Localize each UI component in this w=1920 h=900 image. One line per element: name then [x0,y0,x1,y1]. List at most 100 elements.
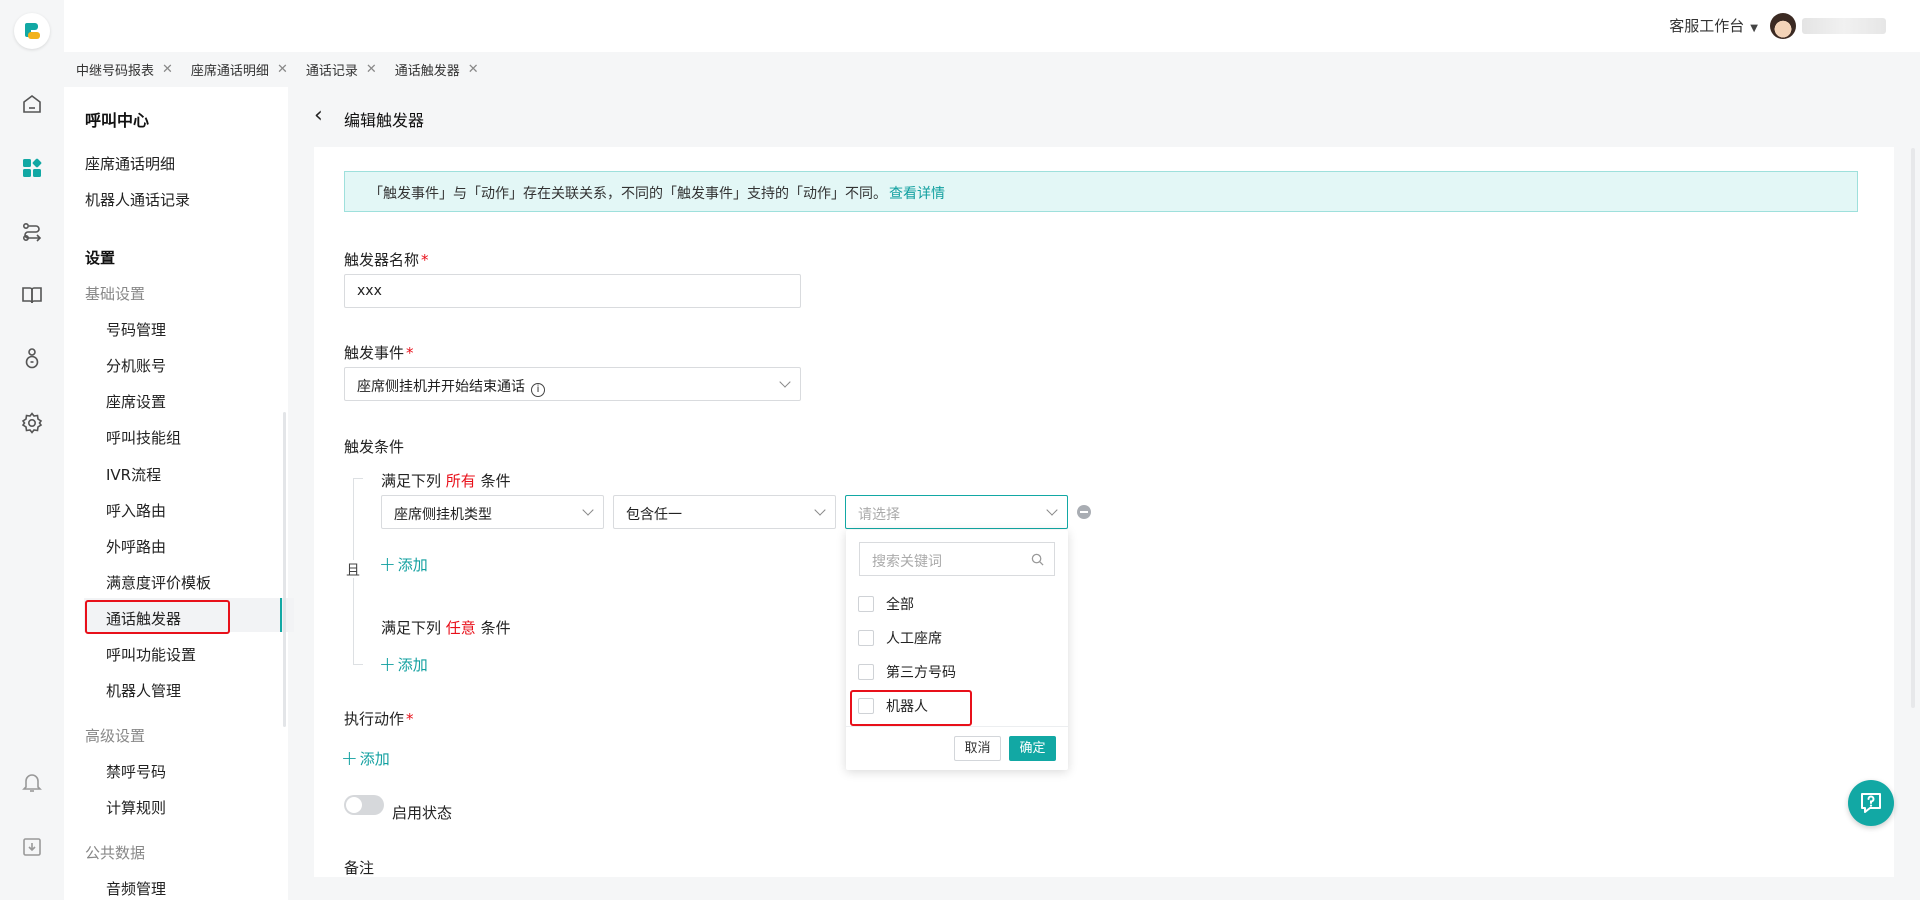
add-label: 添加 [397,656,428,674]
highlight-box-call-trigger [85,600,230,634]
dropdown-confirm-button[interactable]: 确定 [1009,736,1056,761]
sidebar-item-robot-call-records[interactable]: 机器人通话记录 [85,189,190,210]
sidebar-group-basic: 基础设置 [85,285,146,303]
sidebar-item-call-functions[interactable]: 呼叫功能设置 [106,644,196,665]
tab-label: 通话记录 [305,64,358,79]
tab-label: 通话触发器 [394,64,460,79]
sidebar-item-ivr[interactable]: IVR流程 [106,464,161,485]
add-action-button[interactable]: + 添加 [341,745,390,770]
select-value: 座席侧挂机类型 [394,507,492,523]
sidebar-item-seat-call-detail[interactable]: 座席通话明细 [85,153,175,174]
condition-field-select[interactable]: 座席侧挂机类型 [381,495,604,529]
remove-condition-icon[interactable] [1077,505,1091,519]
close-icon[interactable]: ✕ [468,62,479,77]
heading-keyword: 所有 [445,472,476,490]
add-label: 添加 [359,750,390,768]
gear-icon[interactable] [18,409,46,437]
add-label: 添加 [397,556,428,574]
condition-bracket-bottom [353,664,363,665]
close-icon[interactable]: ✕ [277,62,288,77]
dropdown-cancel-button[interactable]: 取消 [954,736,1001,761]
required-mark: * [406,344,414,362]
trigger-event-label: 触发事件 * [344,342,414,363]
notice-text: 「触发事件」与「动作」存在关联关系，不同的「触发事件」支持的「动作」不同。 [369,186,887,202]
highlight-box-robot [850,690,972,726]
tab-label: 座席通话明细 [190,64,269,79]
plus-icon: + [379,552,396,576]
bell-icon[interactable] [18,768,46,796]
page-title: 编辑触发器 [344,111,425,130]
help-button[interactable] [1848,780,1894,826]
condition-operator-select[interactable]: 包含任一 [613,495,836,529]
home-icon[interactable] [18,90,46,118]
dropdown-option-third-party[interactable]: 第三方号码 [858,662,956,682]
download-icon[interactable] [18,833,46,861]
sidebar-group-public: 公共数据 [85,844,146,862]
workspace-switcher[interactable]: 客服工作台 ▼ [1669,15,1758,36]
sidebar-scrollbar[interactable] [283,412,286,727]
sidebar-item-blocked-numbers[interactable]: 禁呼号码 [106,761,166,782]
condition-value-select[interactable]: 请选择 [845,495,1068,529]
checkbox[interactable] [858,630,874,646]
username-redacted[interactable] [1802,18,1886,34]
sidebar-item-extensions[interactable]: 分机账号 [106,355,166,376]
dropdown-option-all[interactable]: 全部 [858,594,914,614]
tab-call-trigger[interactable]: 通话触发器 ✕ [395,60,479,79]
all-conditions-heading: 满足下列 所有 条件 [381,470,511,491]
sidebar-item-outbound-route[interactable]: 外呼路由 [106,536,166,557]
value-dropdown: 搜索关键词 全部 人工座席 第三方号码 机器人 取消 确定 [846,530,1068,770]
trigger-name-input[interactable]: xxx [344,274,801,308]
select-value: 包含任一 [626,507,682,523]
enable-toggle[interactable] [344,795,384,815]
sidebar-title: 呼叫中心 [85,111,150,130]
icon-rail [0,0,64,900]
avatar[interactable] [1770,13,1796,39]
main-scrollbar[interactable] [1911,148,1915,708]
help-icon [1861,793,1881,813]
sidebar-group-advanced: 高级设置 [85,727,146,745]
dropdown-search-input[interactable]: 搜索关键词 [859,542,1055,576]
dropdown-option-human-seat[interactable]: 人工座席 [858,628,942,648]
checkbox[interactable] [858,664,874,680]
chevron-down-icon [582,504,594,516]
chevron-down-icon [1046,504,1058,516]
apps-icon[interactable] [18,154,46,182]
bag-icon[interactable] [18,344,46,372]
heading-suffix: 条件 [480,619,511,637]
back-icon[interactable]: ‹ [314,105,323,127]
tab-call-records[interactable]: 通话记录 ✕ [306,60,377,79]
chevron-down-icon [779,376,791,388]
option-label: 人工座席 [886,631,942,647]
tab-trunk-report[interactable]: 中继号码报表 ✕ [76,60,173,79]
sidebar-settings-title: 设置 [85,249,116,267]
close-icon[interactable]: ✕ [162,62,173,77]
trigger-event-select[interactable]: 座席侧挂机并开始结束通话 i [344,367,801,401]
book-icon[interactable] [18,281,46,309]
info-icon[interactable]: i [531,383,545,397]
notice-details-link[interactable]: 查看详情 [889,186,945,202]
sidebar-item-satisfaction-template[interactable]: 满意度评价模板 [106,572,211,593]
tab-strip: 中继号码报表 ✕ 座席通话明细 ✕ 通话记录 ✕ 通话触发器 ✕ [64,52,1920,87]
sidebar-item-seat-settings[interactable]: 座席设置 [106,391,166,412]
sidebar-active-indicator [280,598,282,632]
app-logo[interactable] [14,13,50,49]
plus-icon: + [379,652,396,676]
condition-bracket-top [353,478,363,479]
heading-prefix: 满足下列 [381,619,442,637]
sidebar-item-robot-management[interactable]: 机器人管理 [106,680,181,701]
tab-seat-call-detail[interactable]: 座席通话明细 ✕ [191,60,288,79]
sidebar-item-skill-groups[interactable]: 呼叫技能组 [106,427,181,448]
sidebar-item-audio[interactable]: 音频管理 [106,878,166,899]
chevron-down-icon [814,504,826,516]
route-icon[interactable] [18,218,46,246]
remark-label: 备注 [344,859,375,877]
sidebar-item-numbers[interactable]: 号码管理 [106,319,166,340]
add-any-condition-button[interactable]: + 添加 [379,651,428,676]
plus-icon: + [341,746,358,770]
close-icon[interactable]: ✕ [366,62,377,77]
sidebar-item-inbound-route[interactable]: 呼入路由 [106,500,166,521]
checkbox[interactable] [858,596,874,612]
add-all-condition-button[interactable]: + 添加 [379,551,428,576]
sidebar-item-calc-rules[interactable]: 计算规则 [106,797,166,818]
option-label: 全部 [886,597,914,613]
